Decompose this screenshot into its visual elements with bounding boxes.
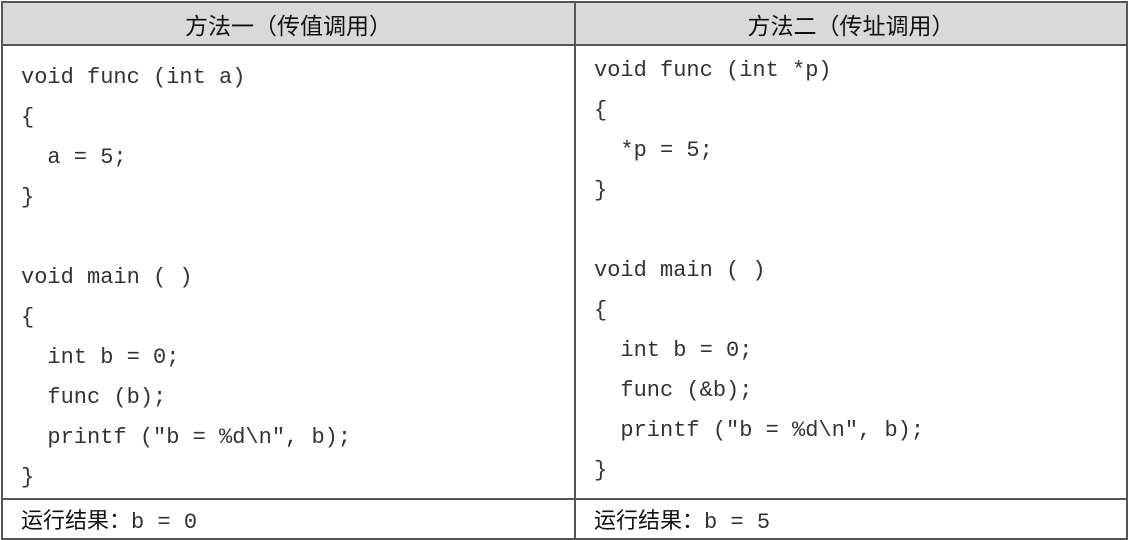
code-line: { [594,98,608,123]
code-line: int b = 0; [594,338,753,363]
result-value: b = 0 [131,510,198,535]
code-line: } [594,178,608,203]
header-method-2: 方法二（传址调用） [574,1,1128,46]
code-line: a = 5; [21,145,127,170]
code-line: func (b); [21,385,167,410]
code-line: int b = 0; [21,345,180,370]
code-line: printf ("b = %d\n", b); [594,418,925,443]
code-row: void func (int a) { a = 5;} void main ( ) {… [1,44,1128,500]
code-line: void main ( ) [21,265,193,290]
code-line: printf ("b = %d\n", b); [21,425,352,450]
result-row: 运行结果：b = 0 运行结果：b = 5 [1,498,1128,540]
code-line: func (&b); [594,378,753,403]
code-line: void main ( ) [594,258,766,283]
code-block-method-1: void func (int a) { a = 5;} void main ( ) {… [1,44,576,500]
code-line: } [21,185,35,210]
result-method-1: 运行结果：b = 0 [1,498,576,540]
header-method-1: 方法一（传值调用） [1,1,576,46]
code-line: void func (int *p) [594,58,832,83]
code-line: { [594,298,608,323]
code-line: *p = 5; [594,138,713,163]
result-label: 运行结果： [594,509,705,534]
code-block-method-2: void func (int *p) { *p = 5;} void main ( … [574,44,1128,500]
code-line: } [21,465,35,490]
result-label: 运行结果： [21,509,132,534]
result-method-2: 运行结果：b = 5 [574,498,1128,540]
header-row: 方法一（传值调用） 方法二（传址调用） [1,1,1128,46]
code-line: void func (int a) [21,65,246,90]
code-line: { [21,305,35,330]
code-line: { [21,105,35,130]
result-value: b = 5 [704,510,771,535]
code-line: } [594,458,608,483]
comparison-table: 方法一（传值调用） 方法二（传址调用） void func (int a) { a… [1,1,1128,540]
